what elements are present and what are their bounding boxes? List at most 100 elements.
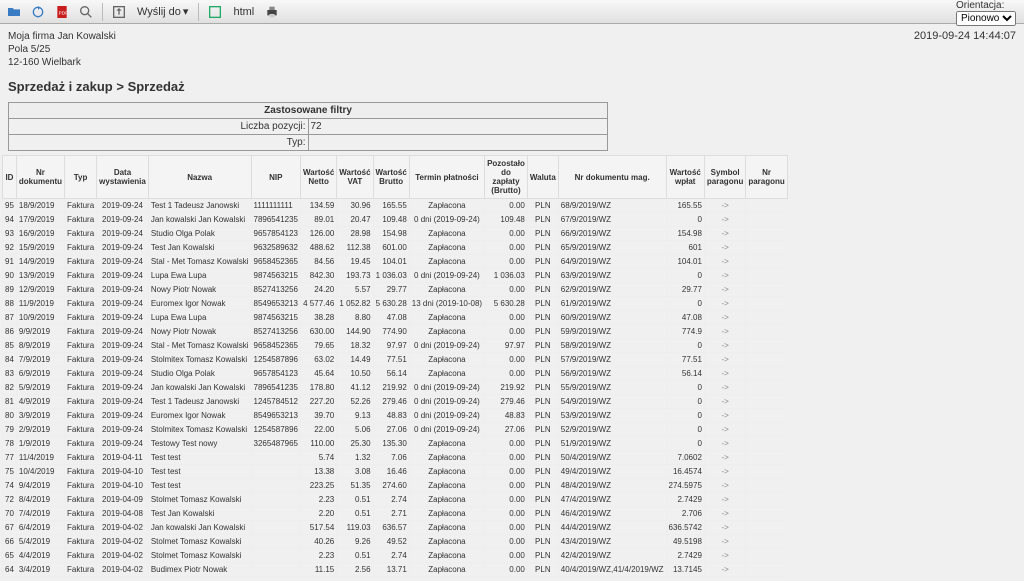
table-row[interactable]: 8710/9/2019Faktura2019-09-24Lupa Ewa Lup… bbox=[3, 311, 788, 325]
col-header[interactable]: Nazwa bbox=[148, 156, 251, 199]
table-row[interactable]: 8811/9/2019Faktura2019-09-24Euromex Igor… bbox=[3, 297, 788, 311]
table-row[interactable]: 728/4/2019Faktura2019-04-09Stolmet Tomas… bbox=[3, 493, 788, 507]
expand-arrow-icon[interactable]: -> bbox=[704, 367, 745, 381]
export-icon[interactable] bbox=[109, 2, 129, 22]
table-row[interactable]: 847/9/2019Faktura2019-09-24Stolmitex Tom… bbox=[3, 353, 788, 367]
expand-arrow-icon[interactable]: -> bbox=[704, 311, 745, 325]
expand-arrow-icon[interactable]: -> bbox=[704, 535, 745, 549]
table-row[interactable]: 869/9/2019Faktura2019-09-24Nowy Piotr No… bbox=[3, 325, 788, 339]
table-row[interactable]: 749/4/2019Faktura2019-04-10Test test223.… bbox=[3, 479, 788, 493]
expand-arrow-icon[interactable]: -> bbox=[704, 395, 745, 409]
expand-arrow-icon[interactable]: -> bbox=[704, 227, 745, 241]
col-header[interactable]: Wartość wpłat bbox=[666, 156, 704, 199]
expand-arrow-icon[interactable]: -> bbox=[704, 269, 745, 283]
html-button[interactable]: html bbox=[229, 6, 258, 18]
orientation-select[interactable]: Pionowo bbox=[956, 11, 1016, 26]
col-header[interactable]: Pozostało do zapłaty (Brutto) bbox=[485, 156, 528, 199]
col-header[interactable]: NIP bbox=[251, 156, 301, 199]
cell: 1254587896 bbox=[251, 353, 301, 367]
table-row[interactable]: 792/9/2019Faktura2019-09-24Stolmitex Tom… bbox=[3, 423, 788, 437]
cell: 1 036.03 bbox=[485, 269, 528, 283]
cell: Faktura bbox=[65, 353, 97, 367]
expand-arrow-icon[interactable]: -> bbox=[704, 381, 745, 395]
col-header[interactable]: Wartość VAT bbox=[337, 156, 373, 199]
expand-arrow-icon[interactable]: -> bbox=[704, 521, 745, 535]
table-row[interactable]: 7711/4/2019Faktura2019-04-11Test test5.7… bbox=[3, 451, 788, 465]
table-row[interactable]: 7510/4/2019Faktura2019-04-10Test test13.… bbox=[3, 465, 788, 479]
expand-arrow-icon[interactable]: -> bbox=[704, 493, 745, 507]
cell: 14.49 bbox=[337, 353, 373, 367]
expand-arrow-icon[interactable]: -> bbox=[704, 255, 745, 269]
cell: 274.5975 bbox=[666, 479, 704, 493]
table-row[interactable]: 9316/9/2019Faktura2019-09-24Studio Olga … bbox=[3, 227, 788, 241]
cell: 72 bbox=[3, 493, 17, 507]
cell: Zapłacona bbox=[409, 325, 484, 339]
table-row[interactable]: 707/4/2019Faktura2019-04-08Test Jan Kowa… bbox=[3, 507, 788, 521]
table-row[interactable]: 858/9/2019Faktura2019-09-24Stal - Met To… bbox=[3, 339, 788, 353]
table-row[interactable]: 676/4/2019Faktura2019-04-02Jan kowalski … bbox=[3, 521, 788, 535]
col-header[interactable]: Symbol paragonu bbox=[704, 156, 745, 199]
table-row[interactable]: 9013/9/2019Faktura2019-09-24Lupa Ewa Lup… bbox=[3, 269, 788, 283]
expand-arrow-icon[interactable]: -> bbox=[704, 507, 745, 521]
table-row[interactable]: 825/9/2019Faktura2019-09-24Jan kowalski … bbox=[3, 381, 788, 395]
expand-arrow-icon[interactable]: -> bbox=[704, 423, 745, 437]
expand-arrow-icon[interactable]: -> bbox=[704, 283, 745, 297]
col-header[interactable]: Typ bbox=[65, 156, 97, 199]
open-icon[interactable] bbox=[4, 2, 24, 22]
expand-arrow-icon[interactable]: -> bbox=[704, 213, 745, 227]
table-row[interactable]: 654/4/2019Faktura2019-04-02Stolmet Tomas… bbox=[3, 549, 788, 563]
preview-icon[interactable] bbox=[76, 2, 96, 22]
table-row[interactable]: 8912/9/2019Faktura2019-09-24Nowy Piotr N… bbox=[3, 283, 788, 297]
print-icon[interactable] bbox=[262, 2, 282, 22]
send-to-button[interactable]: Wyślij do ▾ bbox=[133, 5, 192, 18]
expand-arrow-icon[interactable]: -> bbox=[704, 325, 745, 339]
col-header[interactable]: Data wystawienia bbox=[97, 156, 149, 199]
cell: 0.00 bbox=[485, 563, 528, 577]
expand-arrow-icon[interactable]: -> bbox=[704, 549, 745, 563]
col-header[interactable]: Waluta bbox=[527, 156, 558, 199]
cell: 8.80 bbox=[337, 311, 373, 325]
cell bbox=[746, 297, 787, 311]
table-row[interactable]: 836/9/2019Faktura2019-09-24Studio Olga P… bbox=[3, 367, 788, 381]
col-header[interactable]: Nr paragonu bbox=[746, 156, 787, 199]
expand-arrow-icon[interactable]: -> bbox=[704, 199, 745, 213]
col-header[interactable]: Termin płatności bbox=[409, 156, 484, 199]
table-row[interactable]: 9417/9/2019Faktura2019-09-24Jan kowalski… bbox=[3, 213, 788, 227]
expand-arrow-icon[interactable]: -> bbox=[704, 409, 745, 423]
cell: Budimex Piotr Nowak bbox=[148, 563, 251, 577]
table-row[interactable]: 781/9/2019Faktura2019-09-24Testowy Test … bbox=[3, 437, 788, 451]
table-row[interactable]: 814/9/2019Faktura2019-09-24Test 1 Tadeus… bbox=[3, 395, 788, 409]
expand-arrow-icon[interactable]: -> bbox=[704, 479, 745, 493]
cell: 41.12 bbox=[337, 381, 373, 395]
col-header[interactable]: ID bbox=[3, 156, 17, 199]
table-row[interactable]: 643/4/2019Faktura2019-04-02Budimex Piotr… bbox=[3, 563, 788, 577]
expand-arrow-icon[interactable]: -> bbox=[704, 563, 745, 577]
html-icon[interactable] bbox=[205, 2, 225, 22]
table-row[interactable]: 9114/9/2019Faktura2019-09-24Stal - Met T… bbox=[3, 255, 788, 269]
expand-arrow-icon[interactable]: -> bbox=[704, 437, 745, 451]
col-header[interactable]: Nr dokumentu bbox=[16, 156, 64, 199]
table-row[interactable]: 9518/9/2019Faktura2019-09-24Test 1 Tadeu… bbox=[3, 199, 788, 213]
expand-arrow-icon[interactable]: -> bbox=[704, 297, 745, 311]
cell: 0.00 bbox=[485, 199, 528, 213]
table-row[interactable]: 9215/9/2019Faktura2019-09-24Test Jan Kow… bbox=[3, 241, 788, 255]
col-header[interactable]: Wartość Netto bbox=[301, 156, 337, 199]
expand-arrow-icon[interactable]: -> bbox=[704, 451, 745, 465]
expand-arrow-icon[interactable]: -> bbox=[704, 353, 745, 367]
pdf-icon[interactable]: PDF bbox=[52, 2, 72, 22]
cell: 636.57 bbox=[373, 521, 409, 535]
expand-arrow-icon[interactable]: -> bbox=[704, 339, 745, 353]
cell: 18/9/2019 bbox=[16, 199, 64, 213]
expand-arrow-icon[interactable]: -> bbox=[704, 241, 745, 255]
cell: 2.23 bbox=[301, 493, 337, 507]
cell: PLN bbox=[527, 353, 558, 367]
table-row[interactable]: 665/4/2019Faktura2019-04-02Stolmet Tomas… bbox=[3, 535, 788, 549]
cell: 30.96 bbox=[337, 199, 373, 213]
table-row[interactable]: 803/9/2019Faktura2019-09-24Euromex Igor … bbox=[3, 409, 788, 423]
count-label: Liczba pozycji: bbox=[240, 121, 305, 132]
col-header[interactable]: Wartość Brutto bbox=[373, 156, 409, 199]
cell: 0.00 bbox=[485, 367, 528, 381]
expand-arrow-icon[interactable]: -> bbox=[704, 465, 745, 479]
refresh-icon[interactable] bbox=[28, 2, 48, 22]
col-header[interactable]: Nr dokumentu mag. bbox=[558, 156, 666, 199]
